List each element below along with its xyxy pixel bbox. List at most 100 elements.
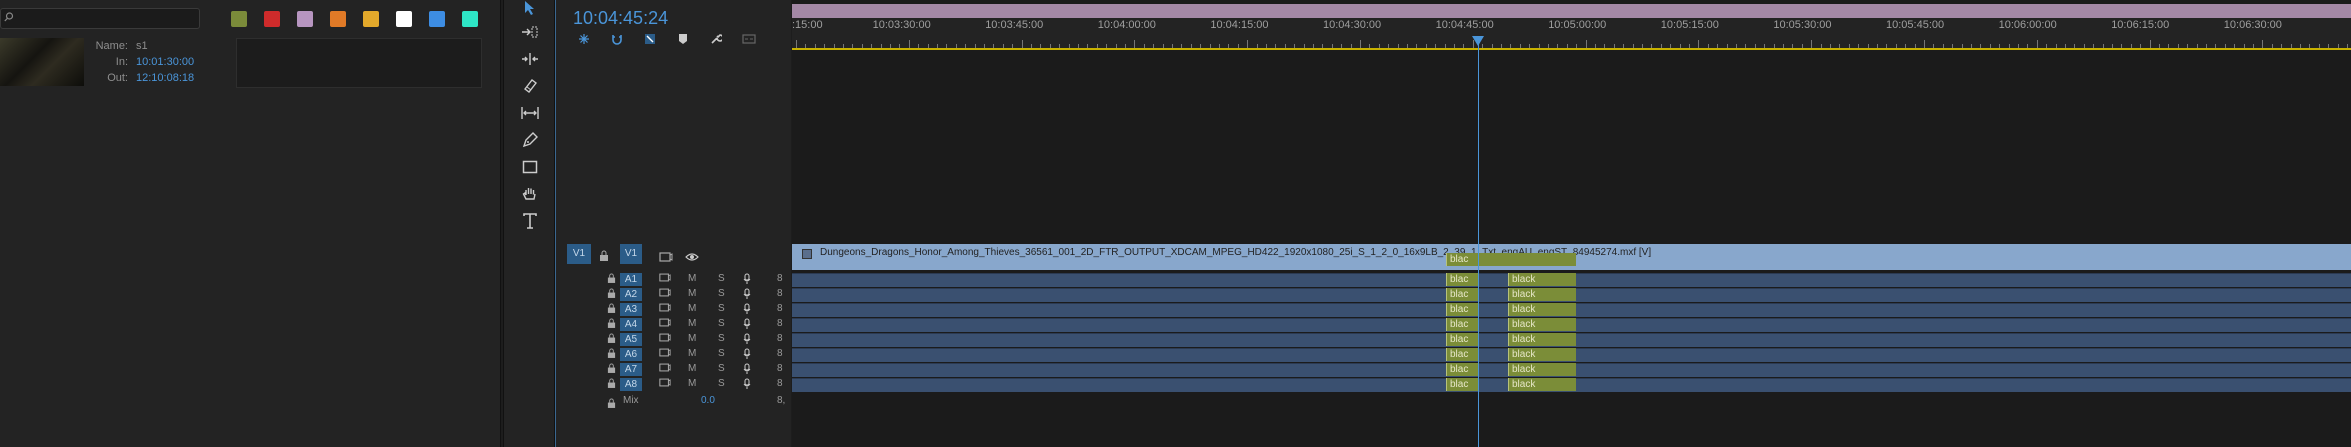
audio-black-clip[interactable]: black (1508, 303, 1576, 316)
hand-tool[interactable] (520, 184, 540, 204)
label-swatch-6[interactable] (396, 11, 412, 27)
audio-sync-lock-toggle[interactable] (659, 363, 671, 375)
playhead-line[interactable] (1478, 36, 1479, 447)
voiceover-record-button[interactable] (743, 333, 751, 348)
audio-black-clip-short[interactable]: blac (1446, 333, 1478, 346)
solo-button[interactable]: S (718, 363, 725, 374)
solo-button[interactable]: S (718, 378, 725, 389)
mute-button[interactable]: M (688, 348, 696, 359)
label-swatch-4[interactable] (330, 11, 346, 27)
audio-lock-toggle[interactable] (607, 363, 616, 376)
v1-lock-toggle[interactable] (599, 248, 611, 261)
label-swatch-8[interactable] (462, 11, 478, 27)
audio-black-clip[interactable]: black (1508, 333, 1576, 346)
label-swatch-5[interactable] (363, 11, 379, 27)
label-swatch-2[interactable] (264, 11, 280, 27)
audio-lock-toggle[interactable] (607, 303, 616, 316)
mix-lock-toggle[interactable] (607, 395, 616, 413)
voiceover-record-button[interactable] (743, 288, 751, 303)
solo-button[interactable]: S (718, 288, 725, 299)
audio-lock-toggle[interactable] (607, 333, 616, 346)
audio-lock-toggle[interactable] (607, 273, 616, 286)
v1-black-clip[interactable]: blac (1446, 253, 1576, 266)
audio-sync-lock-toggle[interactable] (659, 288, 671, 300)
voiceover-record-button[interactable] (743, 303, 751, 318)
mute-button[interactable]: M (688, 333, 696, 344)
audio-black-clip-short[interactable]: blac (1446, 363, 1478, 376)
audio-black-clip[interactable]: black (1508, 363, 1576, 376)
v1-source-patch[interactable]: V1 (567, 244, 591, 264)
type-tool[interactable] (520, 211, 540, 231)
solo-button[interactable]: S (718, 333, 725, 344)
audio-lock-toggle[interactable] (607, 378, 616, 391)
audio-sync-lock-toggle[interactable] (659, 378, 671, 390)
label-swatch-1[interactable] (231, 11, 247, 27)
selection-tool[interactable] (520, 0, 540, 18)
audio-black-clip-short[interactable]: blac (1446, 318, 1478, 331)
work-area-bar[interactable] (792, 4, 2351, 18)
v1-sync-lock-toggle[interactable] (659, 249, 673, 267)
audio-black-clip[interactable]: black (1508, 288, 1576, 301)
mute-button[interactable]: M (688, 318, 696, 329)
audio-target-track[interactable]: A6 (620, 348, 642, 361)
audio-sync-lock-toggle[interactable] (659, 318, 671, 330)
linked-selection-toggle[interactable] (643, 32, 657, 46)
audio-lock-toggle[interactable] (607, 348, 616, 361)
audio-sync-lock-toggle[interactable] (659, 333, 671, 345)
slip-tool[interactable] (520, 103, 540, 123)
nest-toggle[interactable] (577, 32, 591, 46)
audio-black-clip[interactable]: black (1508, 348, 1576, 361)
solo-button[interactable]: S (718, 273, 725, 284)
timeline-timecode[interactable]: 10:04:45:24 (573, 8, 668, 29)
ripple-edit-tool[interactable] (520, 49, 540, 69)
audio-black-clip-short[interactable]: blac (1446, 288, 1478, 301)
audio-black-clip-short[interactable]: blac (1446, 303, 1478, 316)
voiceover-record-button[interactable] (743, 378, 751, 393)
razor-tool[interactable] (520, 76, 540, 96)
audio-target-track[interactable]: A1 (620, 273, 642, 286)
audio-sync-lock-toggle[interactable] (659, 348, 671, 360)
clip-description-box[interactable] (236, 38, 482, 88)
snap-toggle[interactable] (610, 32, 624, 46)
audio-lock-toggle[interactable] (607, 318, 616, 331)
audio-sync-lock-toggle[interactable] (659, 303, 671, 315)
audio-target-track[interactable]: A2 (620, 288, 642, 301)
captions-toggle[interactable] (742, 32, 756, 46)
audio-black-clip-short[interactable]: blac (1446, 348, 1478, 361)
label-swatch-7[interactable] (429, 11, 445, 27)
voiceover-record-button[interactable] (743, 273, 751, 288)
mute-button[interactable]: M (688, 288, 696, 299)
audio-black-clip[interactable]: black (1508, 318, 1576, 331)
add-marker-button[interactable] (676, 32, 690, 46)
pen-tool[interactable] (520, 130, 540, 150)
solo-button[interactable]: S (718, 318, 725, 329)
mute-button[interactable]: M (688, 273, 696, 284)
mute-button[interactable]: M (688, 378, 696, 389)
audio-lock-toggle[interactable] (607, 288, 616, 301)
audio-target-track[interactable]: A8 (620, 378, 642, 391)
audio-target-track[interactable]: A5 (620, 333, 642, 346)
label-swatch-3[interactable] (297, 11, 313, 27)
timeline-area[interactable]: :15:00 10:03:30:00 10:03:45:00 10:04:00:00 1… (792, 0, 2351, 447)
mute-button[interactable]: M (688, 303, 696, 314)
audio-target-track[interactable]: A3 (620, 303, 642, 316)
rectangle-tool[interactable] (520, 157, 540, 177)
timeline-settings-button[interactable] (709, 32, 723, 46)
voiceover-record-button[interactable] (743, 363, 751, 378)
audio-target-track[interactable]: A7 (620, 363, 642, 376)
mix-volume-value[interactable]: 0.0 (701, 395, 715, 406)
playhead-handle[interactable] (1472, 36, 1484, 46)
audio-black-clip[interactable]: black (1508, 378, 1576, 391)
audio-sync-lock-toggle[interactable] (659, 273, 671, 285)
solo-button[interactable]: S (718, 348, 725, 359)
audio-target-track[interactable]: A4 (620, 318, 642, 331)
solo-button[interactable]: S (718, 303, 725, 314)
v1-visibility-toggle[interactable] (685, 249, 699, 267)
mute-button[interactable]: M (688, 363, 696, 374)
voiceover-record-button[interactable] (743, 318, 751, 333)
audio-black-clip-short[interactable]: blac (1446, 273, 1478, 286)
search-input[interactable] (0, 8, 200, 29)
track-select-tool[interactable] (520, 22, 540, 42)
voiceover-record-button[interactable] (743, 348, 751, 363)
v1-target-track[interactable]: V1 (620, 244, 642, 264)
